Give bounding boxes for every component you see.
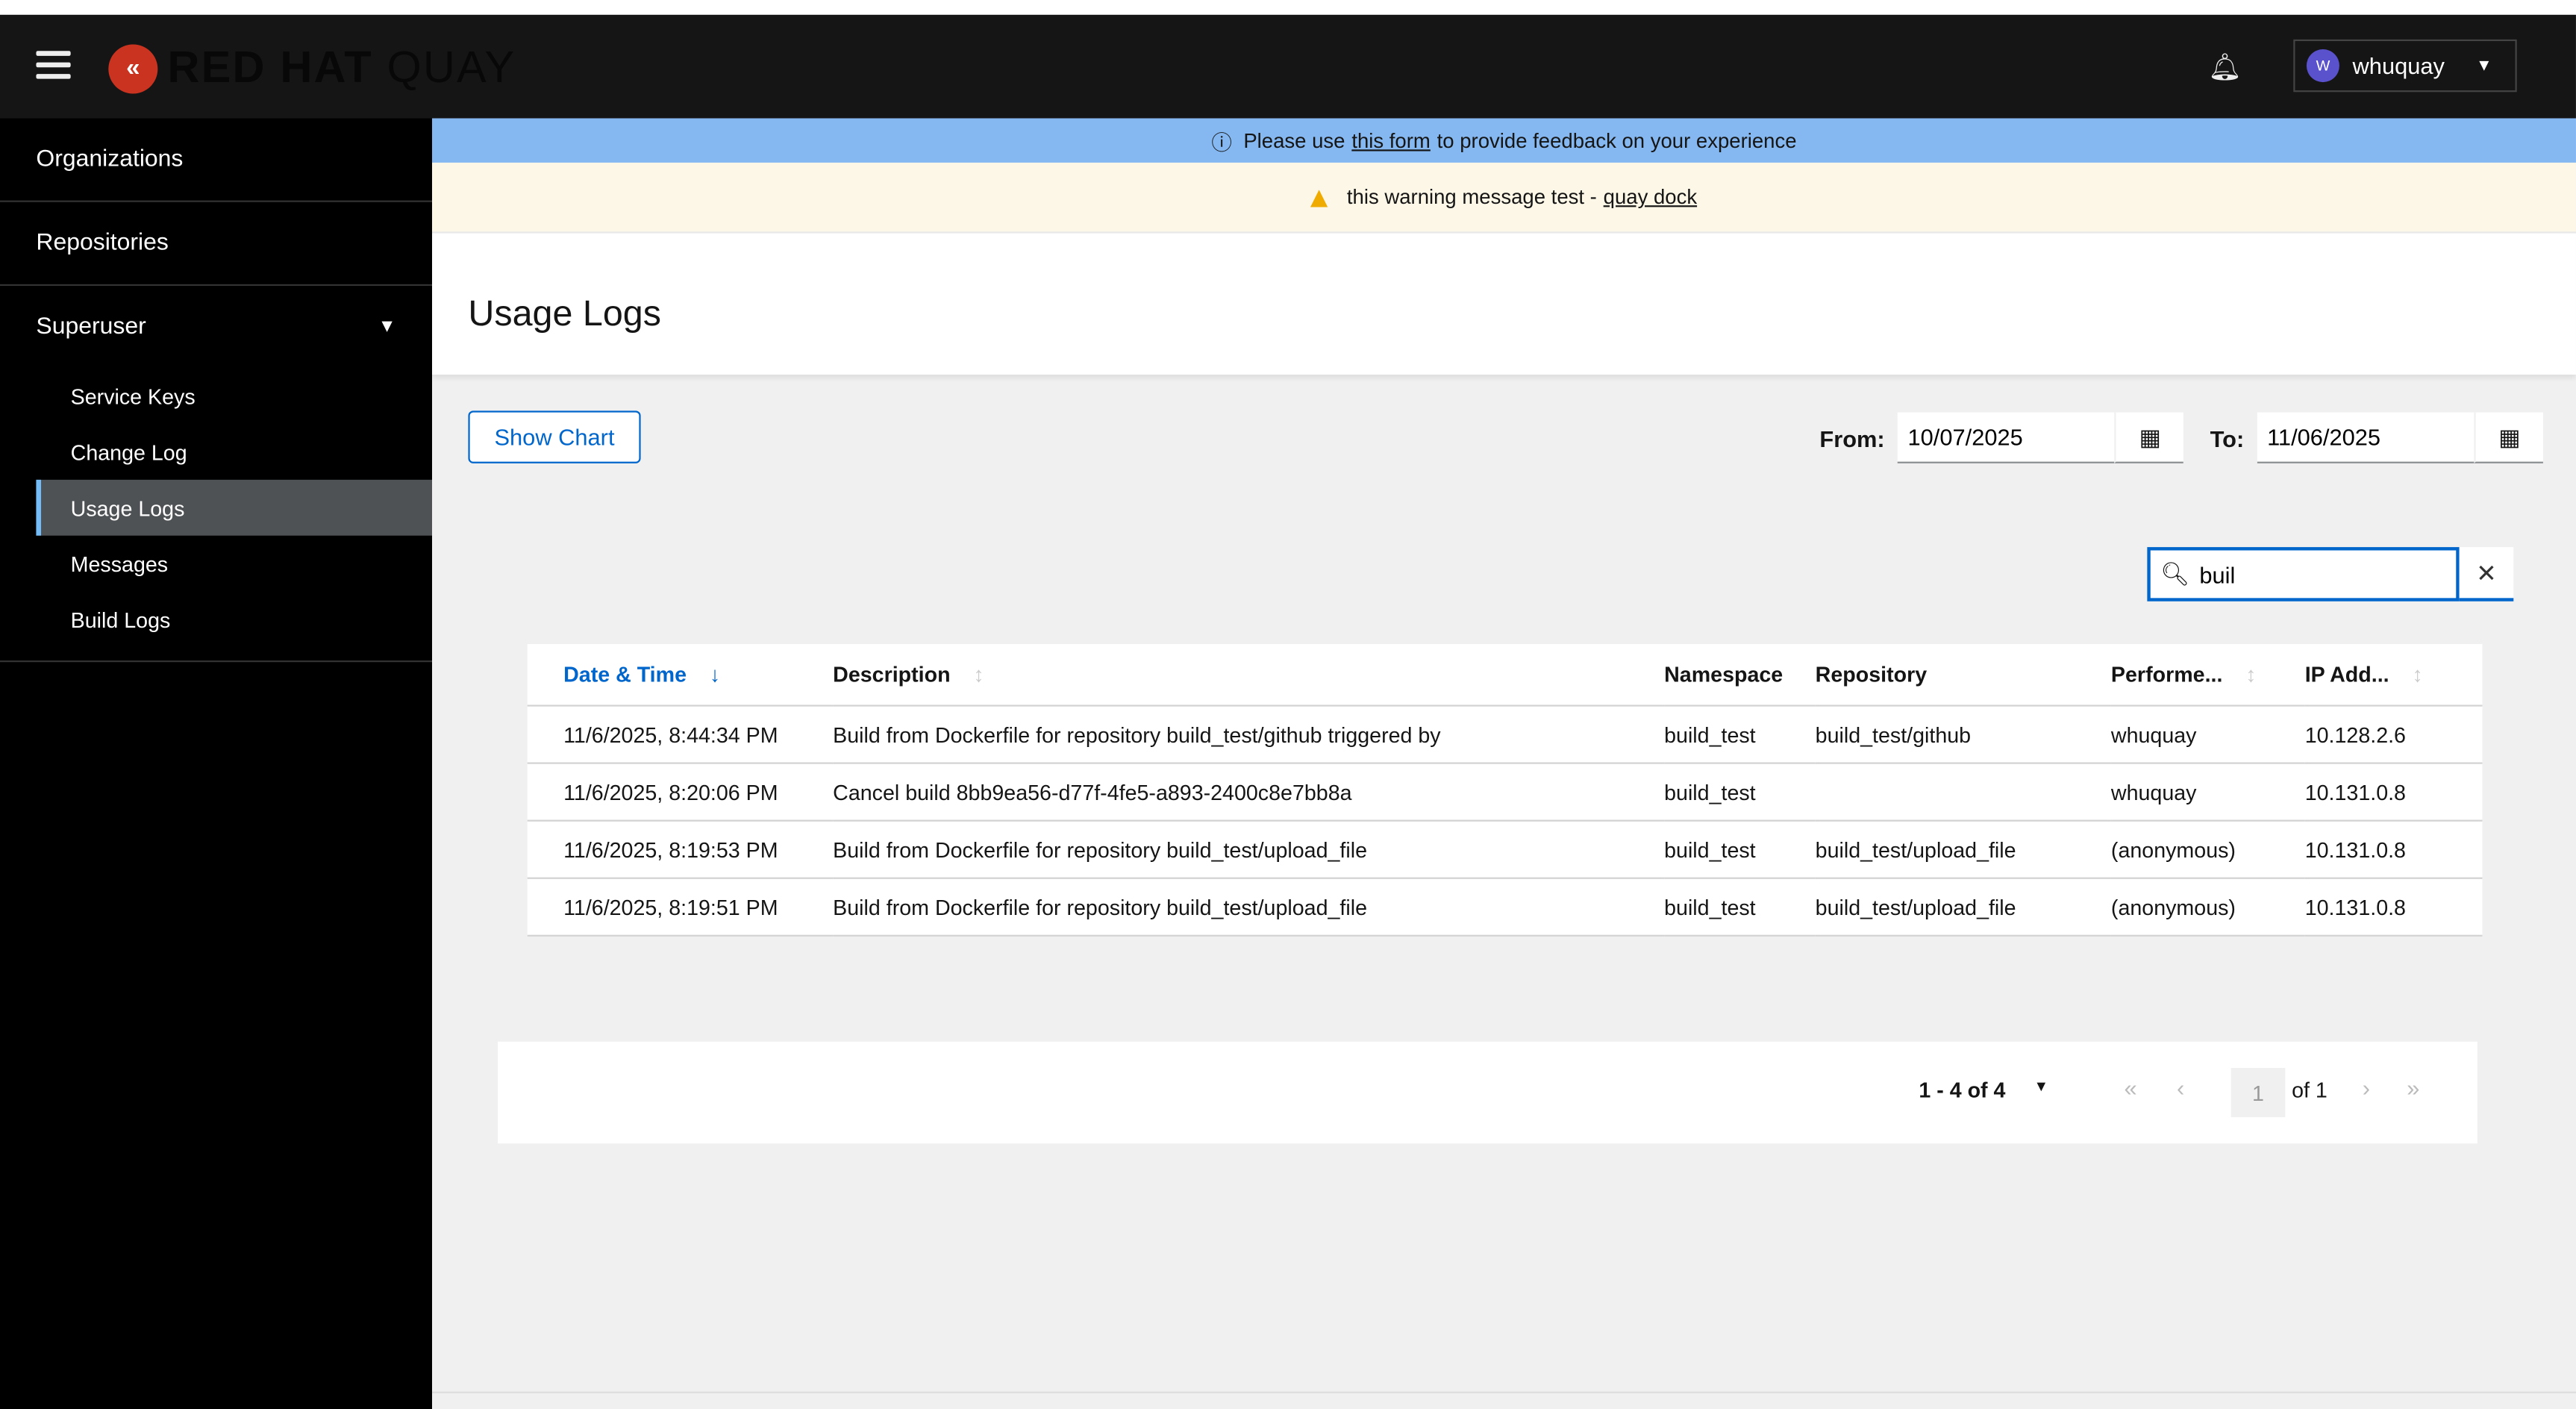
- cell-repository: build_test/github: [1815, 705, 2111, 764]
- cell-description: Build from Dockerfile for repository bui…: [833, 705, 1665, 764]
- cell-date-time: 11/6/2025, 8:19:51 PM: [527, 878, 834, 937]
- avatar: W: [2306, 49, 2339, 83]
- column-date-time[interactable]: Date & Time ↓: [527, 643, 834, 707]
- warning-text: this warning message test -: [1346, 185, 1597, 209]
- cell-namespace: build_test: [1664, 820, 1816, 879]
- cell-description: Build from Dockerfile for repository bui…: [833, 878, 1665, 937]
- sidebar: Organizations Repositories Superuser ▼ Se…: [0, 118, 432, 1409]
- cell-date-time: 11/6/2025, 8:44:34 PM: [527, 705, 834, 764]
- sidebar-item-service-keys[interactable]: Service Keys: [36, 368, 432, 424]
- to-label: To:: [2210, 425, 2245, 452]
- clear-search-icon[interactable]: ✕: [2459, 547, 2514, 602]
- table-row: 11/6/2025, 8:44:34 PM Build from Dockerfi…: [527, 705, 2483, 764]
- sidebar-item-repositories[interactable]: Repositories: [0, 202, 432, 287]
- cell-ip-address: 10.131.0.8: [2304, 763, 2483, 822]
- first-page-icon[interactable]: «: [2125, 1075, 2137, 1101]
- cell-performer: (anonymous): [2110, 878, 2305, 937]
- sidebar-item-messages[interactable]: Messages: [36, 536, 432, 592]
- last-page-icon[interactable]: »: [2407, 1075, 2419, 1101]
- sidebar-item-organizations[interactable]: Organizations: [0, 119, 432, 202]
- column-namespace: Namespace: [1664, 643, 1816, 707]
- feedback-form-link[interactable]: this form: [1351, 129, 1431, 152]
- sort-desc-icon: ↓: [709, 662, 721, 687]
- pagination-range: 1 - 4 of 4: [1919, 1078, 2006, 1103]
- calendar-icon[interactable]: ▦: [2114, 412, 2184, 463]
- column-performer[interactable]: Performe... ↕: [2110, 643, 2305, 707]
- cell-date-time: 11/6/2025, 8:20:06 PM: [527, 763, 834, 822]
- info-text: Please use: [1243, 128, 1345, 152]
- column-description[interactable]: Description ↕: [833, 643, 1665, 707]
- user-dropdown[interactable]: W whuquay ▼: [2293, 39, 2517, 93]
- cell-repository: build_test/upload_file: [1815, 878, 2111, 937]
- logo[interactable]: « RED HAT QUAY: [108, 43, 516, 93]
- cell-namespace: build_test: [1664, 705, 1816, 764]
- group-label: Superuser: [36, 313, 146, 340]
- sidebar-item-change-log[interactable]: Change Log: [36, 424, 432, 480]
- brand-light: QUAY: [387, 43, 516, 93]
- divider: [0, 647, 432, 663]
- sort-icon: ↕: [973, 662, 984, 687]
- table-row: 11/6/2025, 8:20:06 PM Cancel build 8bb9ea…: [527, 763, 2483, 822]
- page-title: Usage Logs: [468, 292, 661, 334]
- cell-ip-address: 10.131.0.8: [2304, 820, 2483, 879]
- info-banner: ⓘ Please use this form to provide feedba…: [431, 118, 2576, 163]
- sort-icon: ↕: [2412, 662, 2423, 687]
- username: whuquay: [2352, 52, 2445, 79]
- cell-date-time: 11/6/2025, 8:19:53 PM: [527, 820, 834, 879]
- search-icon: 🔍︎: [2160, 560, 2190, 587]
- cell-namespace: build_test: [1664, 878, 1816, 937]
- cell-ip-address: 10.131.0.8: [2304, 878, 2483, 937]
- brand-bold: RED HAT: [167, 43, 373, 93]
- table-row: 11/6/2025, 8:19:51 PM Build from Dockerfi…: [527, 878, 2483, 937]
- warning-icon: ▲: [1304, 180, 1334, 213]
- bell-icon[interactable]: 🔔︎: [2208, 51, 2242, 84]
- next-page-icon[interactable]: ›: [2363, 1075, 2370, 1101]
- masthead: « RED HAT QUAY 🔔︎ W whuquay ▼: [0, 14, 2576, 119]
- cell-performer: (anonymous): [2110, 820, 2305, 879]
- to-date-input[interactable]: [2257, 412, 2475, 463]
- pagination: 1 - 4 of 4 ▼ « ‹ 1 of 1 › »: [498, 1041, 2477, 1144]
- usage-logs-table: Date & Time ↓ Description ↕ Namespace Repo…: [527, 643, 2483, 937]
- show-chart-button[interactable]: Show Chart: [468, 410, 641, 463]
- cell-description: Build from Dockerfile for repository bui…: [833, 820, 1665, 879]
- chevron-down-icon: ▼: [378, 316, 396, 337]
- top-strip: [0, 0, 2576, 17]
- info-icon: ⓘ: [1211, 131, 1232, 154]
- divider: [431, 1391, 2576, 1393]
- sidebar-item-build-logs[interactable]: Build Logs: [36, 592, 432, 648]
- cell-description: Cancel build 8bb9ea56-d77f-4fe5-a893-240…: [833, 763, 1665, 822]
- main-content: ⓘ Please use this form to provide feedba…: [431, 118, 2576, 1409]
- cell-repository: build_test/upload_file: [1815, 820, 2111, 879]
- prev-page-icon[interactable]: ‹: [2177, 1075, 2184, 1101]
- warning-banner: ▲ this warning message test - quay dock: [431, 162, 2576, 234]
- quay-logo-icon: «: [108, 43, 158, 93]
- calendar-icon[interactable]: ▦: [2474, 412, 2543, 463]
- page-number-input[interactable]: 1: [2230, 1067, 2286, 1118]
- cell-repository: [1815, 763, 2111, 822]
- sidebar-group-superuser[interactable]: Superuser ▼: [0, 286, 432, 368]
- search-box: 🔍︎: [2147, 547, 2460, 602]
- page-total: of 1: [2292, 1078, 2328, 1103]
- quay-dock-link[interactable]: quay dock: [1604, 186, 1697, 209]
- info-text-suffix: to provide feedback on your experience: [1437, 128, 1797, 152]
- page-header: [431, 233, 2576, 375]
- column-ip-address[interactable]: IP Add... ↕: [2304, 643, 2483, 707]
- cell-ip-address: 10.128.2.6: [2304, 705, 2483, 764]
- cell-performer: whuquay: [2110, 763, 2305, 822]
- from-label: From:: [1819, 425, 1885, 452]
- hamburger-menu-icon[interactable]: [36, 51, 71, 81]
- from-date-input[interactable]: [1898, 412, 2115, 463]
- per-page-dropdown-icon[interactable]: ▼: [2033, 1078, 2048, 1094]
- date-range: From: ▦ To: ▦: [1819, 412, 2543, 463]
- table-row: 11/6/2025, 8:19:53 PM Build from Dockerfi…: [527, 820, 2483, 879]
- cell-performer: whuquay: [2110, 705, 2305, 764]
- sort-icon: ↕: [2245, 662, 2257, 687]
- caret-down-icon: ▼: [2475, 56, 2492, 75]
- column-repository: Repository: [1815, 643, 2111, 707]
- cell-namespace: build_test: [1664, 763, 1816, 822]
- sidebar-item-usage-logs[interactable]: Usage Logs: [36, 479, 432, 536]
- search-input[interactable]: [2195, 559, 2449, 590]
